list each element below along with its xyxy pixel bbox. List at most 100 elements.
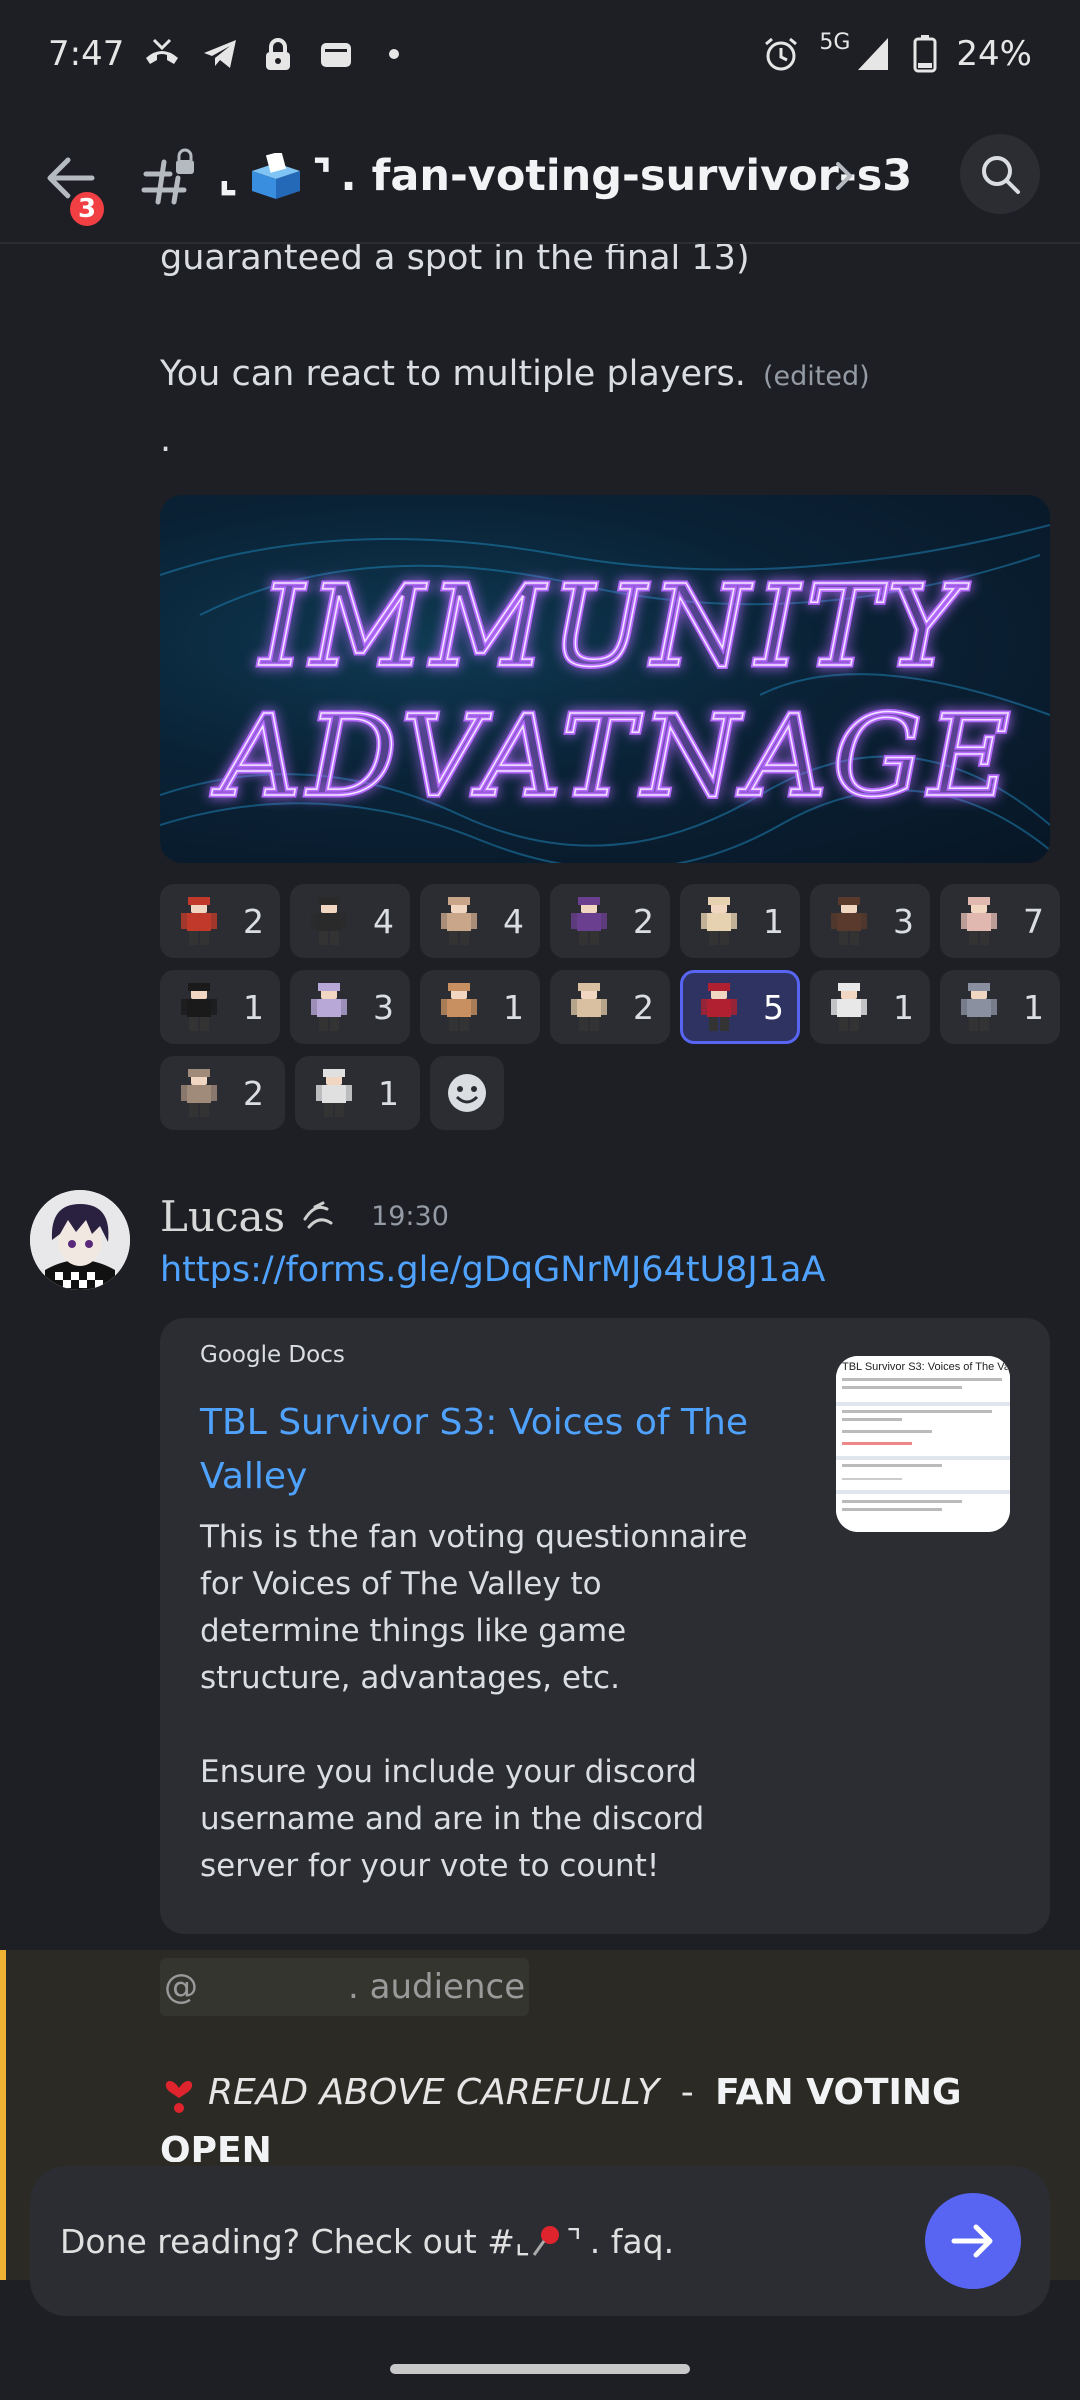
reaction-row: 2 4 4 2 1 3 7 xyxy=(160,884,1060,958)
edited-label: (edited) xyxy=(762,361,870,392)
reaction-button[interactable]: 1 xyxy=(160,970,280,1044)
reaction-row: 21 xyxy=(160,1056,1060,1130)
reaction-count: 1 xyxy=(1023,987,1044,1027)
player-avatar-emoji xyxy=(567,895,611,947)
telegram-icon xyxy=(200,34,240,74)
mention-role: . audience xyxy=(348,1967,526,2007)
reaction-count: 2 xyxy=(243,1073,264,1113)
embed-provider[interactable]: Google Docs xyxy=(200,1342,345,1368)
player-avatar-emoji xyxy=(437,981,481,1033)
embed-description: This is the fan voting questionnaire for… xyxy=(200,1519,748,1884)
player-avatar-emoji xyxy=(827,895,871,947)
immunity-advantage-image[interactable]: IMMUNITY ADVATNAGE IMMUNITY ADVATNAGE xyxy=(160,495,1050,863)
wallet-icon xyxy=(316,34,356,74)
reaction-count: 3 xyxy=(373,987,394,1027)
message-author[interactable]: Lucas 19:30 xyxy=(160,1192,449,1241)
player-avatar-emoji xyxy=(697,981,741,1033)
reaction-button[interactable]: 1 xyxy=(420,970,540,1044)
reaction-button[interactable]: 2 xyxy=(550,884,670,958)
heart-exclamation-icon xyxy=(165,2080,193,2113)
chevron-right-icon xyxy=(836,162,853,190)
reaction-button[interactable]: 1 xyxy=(940,970,1060,1044)
reaction-count: 1 xyxy=(378,1073,399,1113)
form-link[interactable]: https://forms.gle/gDqGNrMJ64tU8J1aA xyxy=(160,1250,825,1290)
banner-text-top-core: IMMUNITY xyxy=(258,562,969,692)
channel-name: . fan-voting-survivor-s3 xyxy=(340,151,913,201)
announcement-line: READ ABOVE CAREFULLY - FAN VOTING xyxy=(160,2070,962,2114)
reaction-count: 4 xyxy=(503,901,524,941)
reaction-count: 3 xyxy=(893,901,914,941)
read-only-notice: Done reading? Check out # ⌞ ⌝ . faq. xyxy=(30,2166,1050,2316)
notice-channel-prefix: ⌞ xyxy=(514,2221,531,2261)
battery-icon xyxy=(912,34,938,74)
channel-header: 3 ⌞ ⌝ . fan-voting-survivor-s3 xyxy=(0,108,1080,244)
reaction-button[interactable]: 2 xyxy=(160,1056,285,1130)
channel-title[interactable]: ⌞ ⌝ . fan-voting-survivor-s3 xyxy=(218,108,912,244)
reaction-count: 1 xyxy=(763,901,784,941)
reaction-count: 5 xyxy=(763,987,784,1027)
link-embed[interactable]: Google Docs TBL Survivor S3: Voices of T… xyxy=(160,1318,1050,1934)
embed-title[interactable]: TBL Survivor S3: Voices of The Valley xyxy=(200,1396,760,1504)
notice-text-before: Done reading? Check out # xyxy=(60,2221,515,2261)
timestamp: 19:30 xyxy=(371,1201,449,1232)
missed-call-icon xyxy=(142,34,182,74)
player-avatar-emoji xyxy=(827,981,871,1033)
role-mention[interactable]: @ . audience xyxy=(160,1958,530,2016)
signal-icon xyxy=(854,34,894,74)
status-bar: 7:47 5G 24% xyxy=(0,0,1080,108)
message-dot: . xyxy=(160,420,172,460)
fan-voting-label: FAN VOTING xyxy=(715,2071,962,2113)
reaction-count: 4 xyxy=(373,901,394,941)
banner-text-bottom-core: ADVATNAGE xyxy=(211,692,1010,822)
reaction-button[interactable]: 1 xyxy=(680,884,800,958)
notice-channel-suffix: ⌝ xyxy=(566,2221,582,2261)
channel-prefix-right: ⌝ xyxy=(312,151,333,201)
reaction-button[interactable]: 1 xyxy=(810,970,930,1044)
reaction-count: 7 xyxy=(1023,901,1044,941)
player-avatar-emoji xyxy=(307,895,351,947)
go-to-channel-button[interactable] xyxy=(925,2193,1021,2289)
reaction-button[interactable]: 3 xyxy=(810,884,930,958)
reactions: 2442137 1312511 21 xyxy=(160,884,1060,1142)
locked-channel-icon xyxy=(140,148,200,208)
smiley-add-icon xyxy=(448,1074,486,1112)
reaction-count: 1 xyxy=(893,987,914,1027)
message-line: You can react to multiple players. (edit… xyxy=(160,354,870,394)
player-avatar-emoji xyxy=(957,981,1001,1033)
player-avatar-emoji xyxy=(177,1067,221,1119)
battery-level: 24% xyxy=(956,34,1032,74)
avatar[interactable] xyxy=(30,1190,130,1290)
reaction-count: 2 xyxy=(243,901,264,941)
player-avatar-emoji xyxy=(567,981,611,1033)
player-avatar-emoji xyxy=(312,1067,356,1119)
notice-text: Done reading? Check out # ⌞ ⌝ . faq. xyxy=(60,2166,674,2316)
lock-icon xyxy=(258,34,298,74)
reaction-button[interactable]: 5 xyxy=(680,970,800,1044)
reaction-button[interactable]: 2 xyxy=(160,884,280,958)
reaction-count: 2 xyxy=(633,901,654,941)
separator: - xyxy=(669,2071,706,2113)
player-avatar-emoji xyxy=(307,981,351,1033)
add-reaction-button[interactable] xyxy=(430,1056,504,1130)
pushpin-icon xyxy=(533,2226,560,2256)
reaction-button[interactable]: 3 xyxy=(290,970,410,1044)
home-indicator[interactable] xyxy=(390,2364,690,2374)
reaction-button[interactable]: 1 xyxy=(295,1056,420,1130)
search-button[interactable] xyxy=(960,134,1040,214)
embed-thumbnail[interactable]: TBL Survivor S3: Voices of The Va xyxy=(836,1356,1010,1532)
dot-icon xyxy=(374,34,414,74)
mention-at: @ xyxy=(164,1967,198,2007)
reaction-button[interactable]: 7 xyxy=(940,884,1060,958)
reaction-row: 1 3 1 2 5 1 1 xyxy=(160,970,1060,1044)
notice-text-after[interactable]: . faq. xyxy=(590,2222,674,2261)
reaction-count: 1 xyxy=(503,987,524,1027)
reaction-button[interactable]: 4 xyxy=(290,884,410,958)
unread-badge: 3 xyxy=(66,188,108,230)
channel-prefix-left: ⌞ xyxy=(218,151,239,201)
reaction-button[interactable]: 4 xyxy=(420,884,540,958)
player-avatar-emoji xyxy=(177,895,221,947)
wind-icon xyxy=(303,1201,333,1228)
reaction-button[interactable]: 2 xyxy=(550,970,670,1044)
announcement-line-2: OPEN xyxy=(160,2130,272,2162)
author-name: Lucas xyxy=(160,1192,286,1241)
